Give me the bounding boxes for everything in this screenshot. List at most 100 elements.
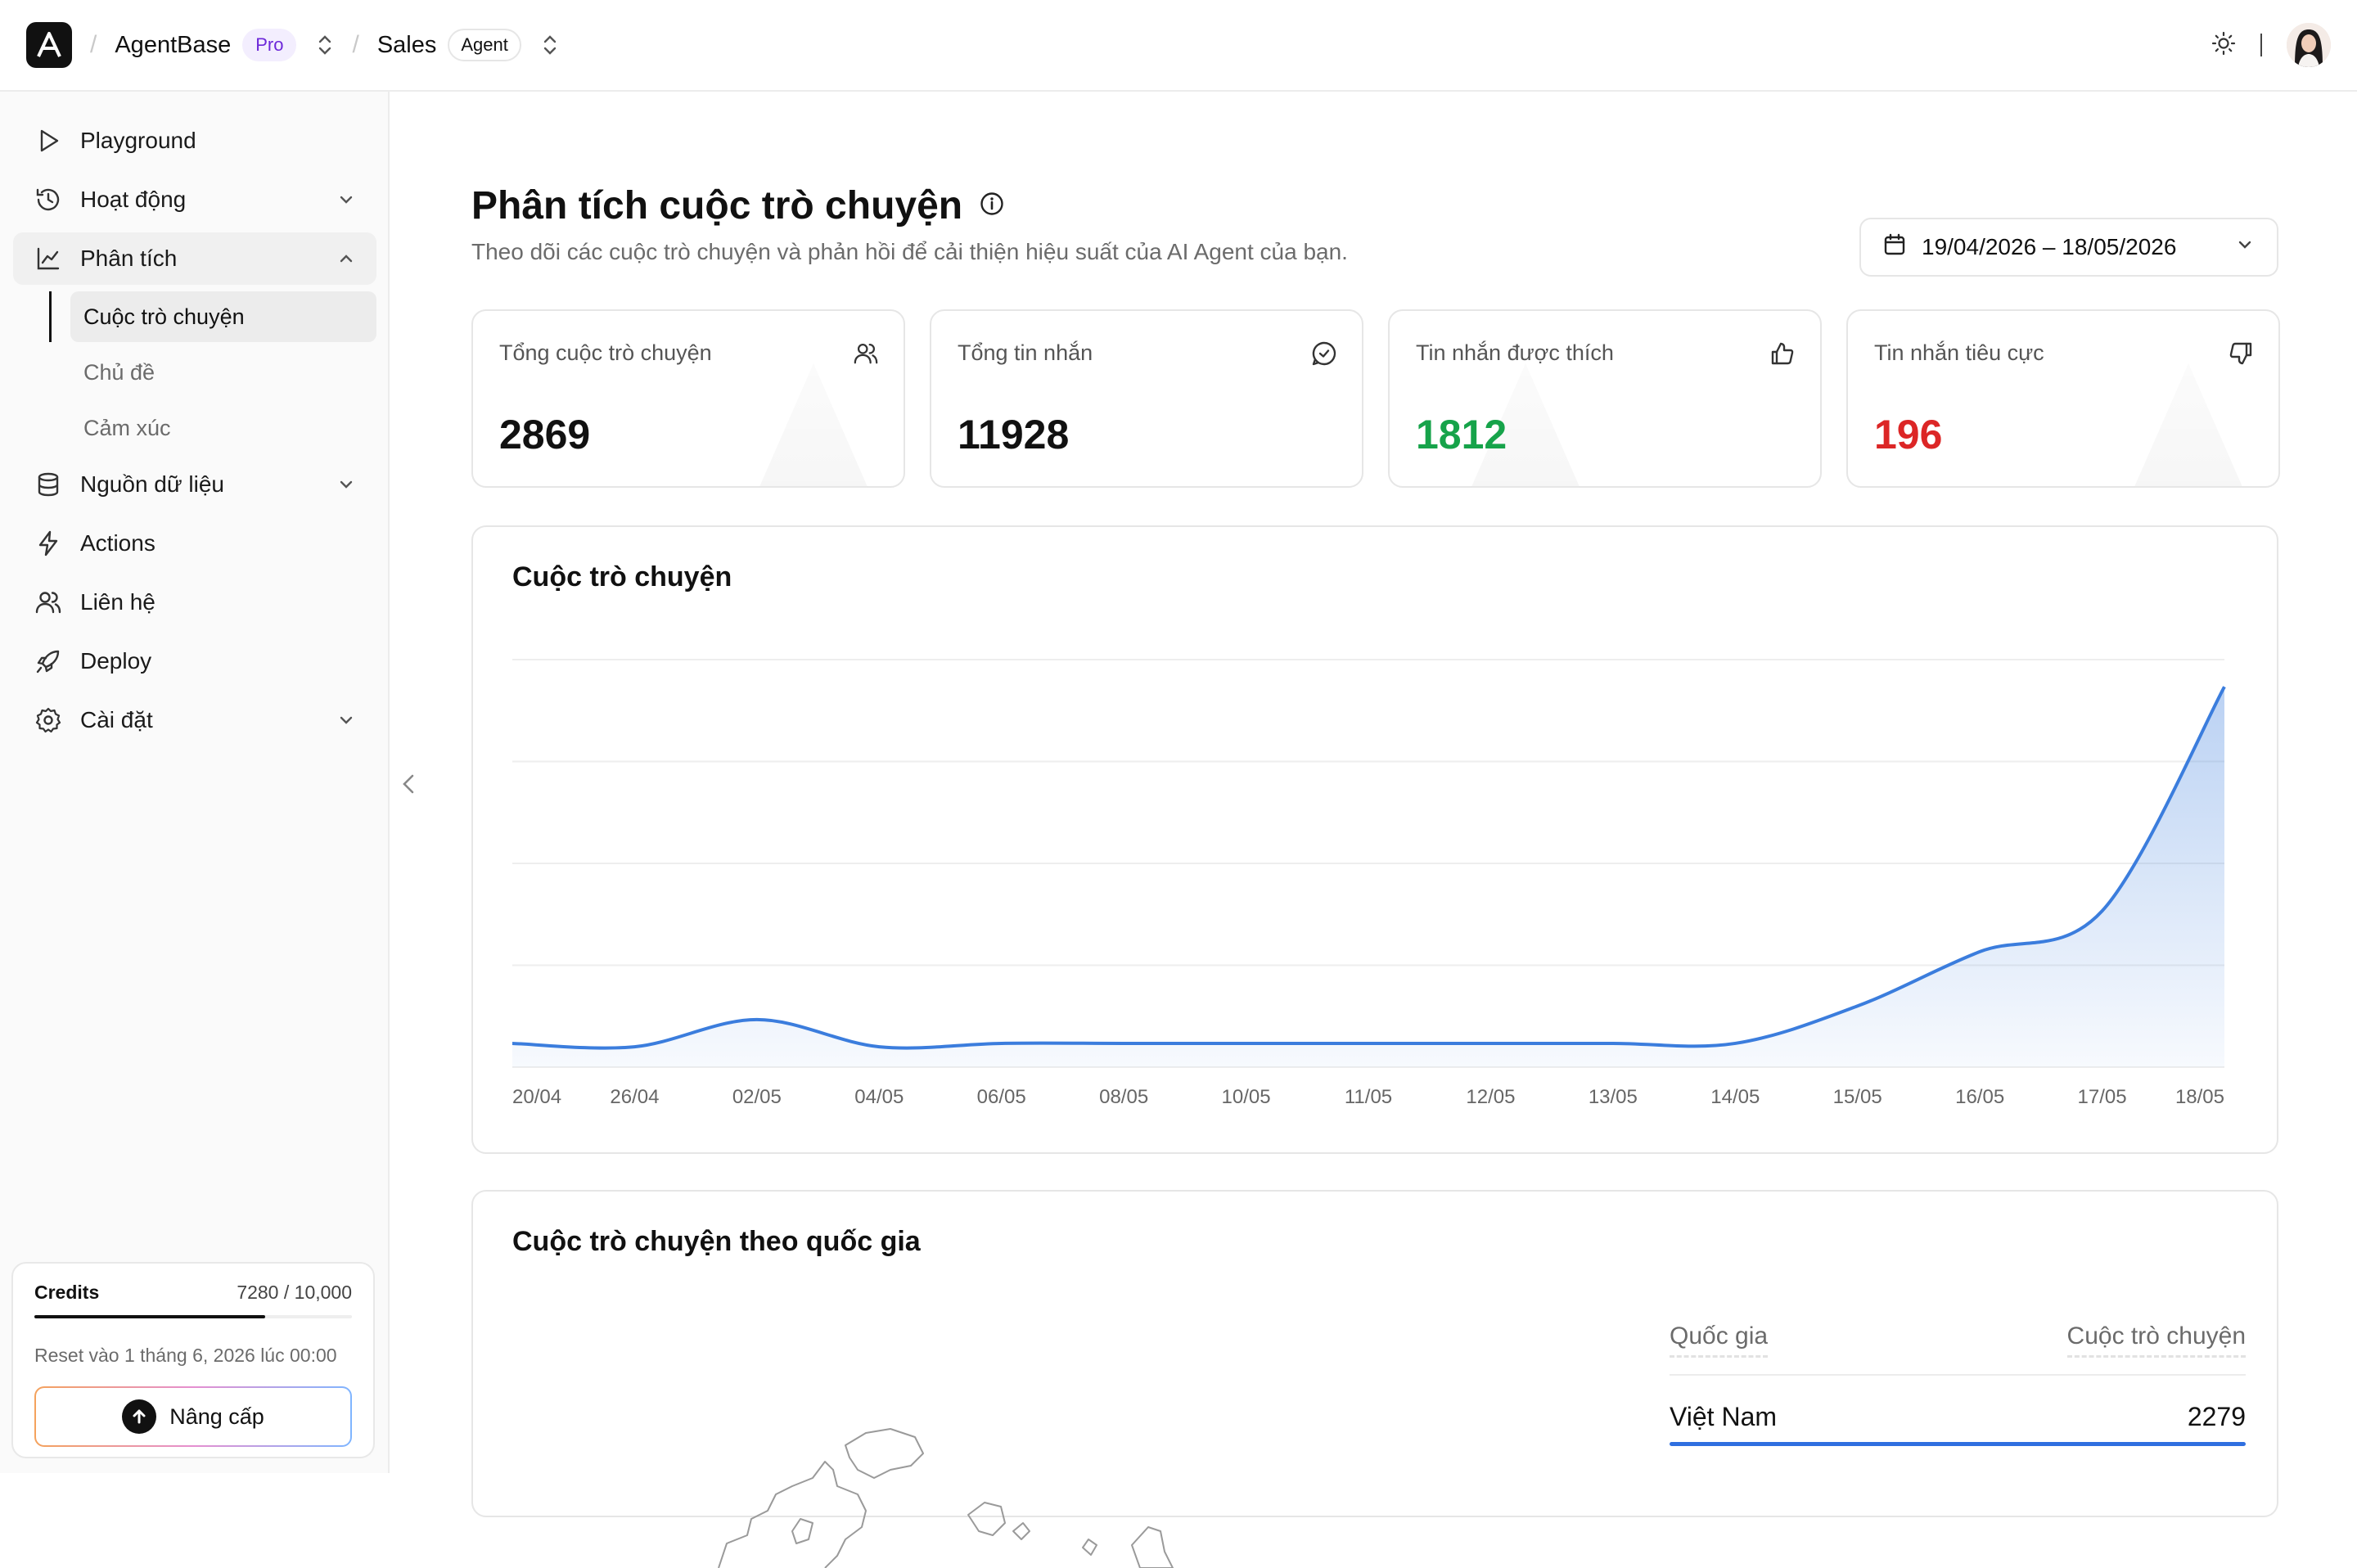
breadcrumb-separator: /	[90, 31, 97, 58]
users-icon	[853, 340, 879, 371]
x-tick-label: 08/05	[1099, 1086, 1148, 1108]
chevron-down-icon[interactable]	[336, 474, 357, 499]
subnav-topics[interactable]: Chủ đề	[70, 347, 376, 398]
stat-value: 1812	[1416, 412, 1507, 457]
world-map	[718, 1428, 1174, 1568]
credits-title: Credits	[34, 1282, 100, 1303]
user-avatar[interactable]	[2287, 23, 2331, 67]
stat-card-total-messages: Tổng tin nhắn 11928	[930, 309, 1363, 488]
x-tick-label: 16/05	[1955, 1086, 2004, 1108]
sidebar-item-label: Phân tích	[80, 246, 178, 271]
chevron-down-icon[interactable]	[336, 189, 357, 214]
stat-card-liked-messages: Tin nhắn được thích 1812	[1388, 309, 1822, 488]
history-icon	[33, 184, 64, 215]
workspace-switcher-icon[interactable]	[316, 34, 334, 56]
subnav-sentiment[interactable]: Cảm xúc	[70, 403, 376, 453]
upgrade-button[interactable]: Nâng cấp	[34, 1386, 352, 1447]
chevron-down-icon	[2234, 234, 2256, 261]
sidebar-item-label: Hoạt động	[80, 187, 187, 212]
database-icon	[33, 469, 64, 500]
stat-card-negative-messages: Tin nhắn tiêu cực 196	[1846, 309, 2280, 488]
breadcrumb-separator: /	[352, 31, 359, 58]
project-switcher-icon[interactable]	[541, 34, 559, 56]
sidebar: Playground Hoạt động Phân tích Cuộc trò …	[0, 92, 390, 1473]
stat-label: Tổng cuộc trò chuyện	[499, 340, 712, 365]
sidebar-item-label: Liên hệ	[80, 589, 155, 615]
stat-label: Tổng tin nhắn	[958, 340, 1093, 365]
sidebar-item-activity[interactable]: Hoạt động	[13, 173, 376, 226]
page-header: Phân tích cuộc trò chuyện	[471, 183, 1005, 228]
x-tick-label: 11/05	[1345, 1086, 1392, 1108]
stat-value: 2869	[499, 412, 591, 457]
stat-label: Tin nhắn tiêu cực	[1874, 340, 2044, 365]
x-tick-label: 26/04	[610, 1086, 659, 1108]
stat-value: 196	[1874, 412, 1943, 457]
x-tick-label: 17/05	[2078, 1086, 2127, 1108]
sidebar-item-actions[interactable]: Actions	[13, 517, 376, 570]
x-tick-label: 02/05	[732, 1086, 782, 1108]
x-tick-label: 15/05	[1833, 1086, 1882, 1108]
chart-line-icon	[33, 243, 64, 274]
analytics-subnav: Cuộc trò chuyện Chủ đề Cảm xúc	[49, 291, 376, 453]
workspace-name[interactable]: AgentBase	[115, 32, 231, 59]
active-indicator	[49, 291, 52, 342]
stat-label: Tin nhắn được thích	[1416, 340, 1614, 365]
chart-area	[512, 687, 2224, 1067]
table-row[interactable]: Việt Nam 2279	[1670, 1376, 2246, 1442]
app-logo[interactable]	[26, 22, 72, 68]
conversations-area-chart: 20/04 26/04 02/05 04/05 06/05 08/05 10/05 11/05…	[512, 659, 2226, 1108]
country-share-bar	[1670, 1442, 2246, 1446]
country-table: Quốc gia Cuộc trò chuyện Việt Nam 2279	[1670, 1322, 2246, 1446]
stat-value: 11928	[958, 412, 1070, 457]
country-table-header: Quốc gia Cuộc trò chuyện	[1670, 1322, 2246, 1371]
main-content: Phân tích cuộc trò chuyện Theo dõi các c…	[390, 92, 2357, 1568]
card-decoration	[756, 363, 871, 486]
conversations-chart-card: Cuộc trò chuyện 20/04 26/04 02/05 04/05 06/0…	[471, 525, 2278, 1154]
chevron-up-icon[interactable]	[336, 248, 357, 273]
sidebar-item-label: Playground	[80, 128, 196, 153]
top-bar: / AgentBase Pro / Sales Agent	[0, 0, 2357, 92]
message-circle-icon	[1311, 340, 1337, 371]
sidebar-item-label: Actions	[80, 530, 155, 556]
country-count: 2279	[2187, 1402, 2246, 1431]
sidebar-item-label: Nguồn dữ liệu	[80, 471, 224, 497]
credits-progress-bar	[34, 1315, 352, 1318]
column-header-conversations[interactable]: Cuộc trò chuyện	[2066, 1322, 2246, 1358]
sidebar-item-label: Deploy	[80, 648, 152, 674]
gear-icon	[33, 705, 64, 736]
x-tick-label: 20/04	[512, 1086, 561, 1108]
info-icon[interactable]	[979, 191, 1005, 221]
credits-reset-text: Reset vào 1 tháng 6, 2026 lúc 00:00	[34, 1345, 337, 1366]
sidebar-item-settings[interactable]: Cài đặt	[13, 694, 376, 746]
sidebar-item-analytics[interactable]: Phân tích	[13, 232, 376, 285]
project-name[interactable]: Sales	[377, 32, 437, 59]
credits-panel: Credits 7280 / 10,000 Reset vào 1 tháng …	[11, 1262, 375, 1458]
x-tick-label: 12/05	[1466, 1086, 1515, 1108]
credits-progress-fill	[34, 1315, 266, 1318]
country-name: Việt Nam	[1670, 1402, 1778, 1431]
column-header-country[interactable]: Quốc gia	[1670, 1322, 1769, 1358]
sidebar-item-deploy[interactable]: Deploy	[13, 635, 376, 687]
thumbs-up-icon	[1769, 340, 1796, 371]
rocket-icon	[33, 646, 64, 677]
chevron-down-icon[interactable]	[336, 710, 357, 735]
stat-card-total-conversations: Tổng cuộc trò chuyện 2869	[471, 309, 905, 488]
users-icon	[33, 587, 64, 618]
geo-card-title: Cuộc trò chuyện theo quốc gia	[512, 1226, 921, 1257]
thumbs-down-icon	[2228, 340, 2254, 371]
sidebar-item-playground[interactable]: Playground	[13, 115, 376, 167]
upgrade-label: Nâng cấp	[169, 1404, 264, 1429]
sidebar-item-contacts[interactable]: Liên hệ	[13, 576, 376, 629]
x-tick-label: 13/05	[1589, 1086, 1638, 1108]
arrow-up-icon	[122, 1399, 157, 1434]
date-range-value: 19/04/2026 – 18/05/2026	[1922, 234, 2177, 259]
x-tick-label: 10/05	[1222, 1086, 1271, 1108]
x-tick-label: 18/05	[2175, 1086, 2224, 1108]
card-decoration	[2131, 363, 2246, 486]
sidebar-item-data-sources[interactable]: Nguồn dữ liệu	[13, 458, 376, 511]
date-range-picker[interactable]: 19/04/2026 – 18/05/2026	[1859, 218, 2278, 277]
project-type-badge: Agent	[448, 29, 521, 61]
subnav-conversations[interactable]: Cuộc trò chuyện	[70, 291, 376, 342]
divider	[2260, 34, 2262, 56]
theme-toggle-icon[interactable]	[2211, 31, 2236, 60]
